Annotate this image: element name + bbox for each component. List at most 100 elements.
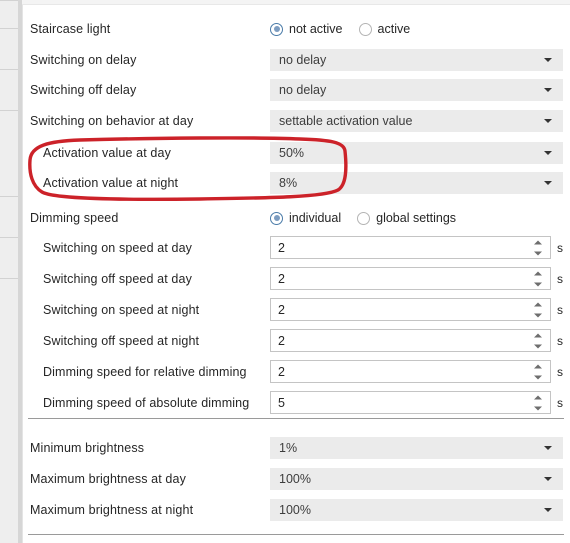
row-label: Switching on speed at night <box>43 303 200 317</box>
left-rail-divider <box>0 110 18 111</box>
settings-row: Dimming speed for relative dimming 2 s <box>23 357 570 387</box>
stepper-up-icon[interactable] <box>534 302 542 306</box>
unit-label: s <box>557 396 563 410</box>
settings-row: Switching off speed at day 2 s <box>23 264 570 294</box>
section-separator <box>28 534 564 535</box>
chevron-down-icon[interactable] <box>544 119 552 123</box>
dropdown[interactable]: 100% <box>270 468 563 490</box>
radio-option-label: active <box>377 22 411 36</box>
row-label: Maximum brightness at day <box>30 472 186 486</box>
stepper-down-icon[interactable] <box>534 282 542 286</box>
settings-row: Switching on speed at day 2 s <box>23 233 570 263</box>
row-label: Switching off speed at night <box>43 334 200 348</box>
stepper-down-icon[interactable] <box>534 406 542 410</box>
number-stepper-value: 2 <box>278 302 285 317</box>
row-label: Staircase light <box>30 22 111 36</box>
radio-unselected-icon[interactable] <box>358 22 372 36</box>
row-label: Activation value at day <box>43 146 171 160</box>
row-label: Switching on speed at day <box>43 241 193 255</box>
chevron-down-icon[interactable] <box>544 151 552 155</box>
settings-row: Activation value at night 8% <box>23 168 570 198</box>
chevron-down-icon[interactable] <box>544 58 552 62</box>
settings-row: Switching off delay no delay <box>23 75 570 105</box>
dropdown[interactable]: 50% <box>270 142 563 164</box>
stepper-buttons[interactable] <box>534 301 543 318</box>
radio-selected-icon[interactable] <box>270 211 283 225</box>
settings-row: Switching on speed at night 2 s <box>23 295 570 325</box>
settings-row: Minimum brightness 1% <box>23 433 570 463</box>
radio-option[interactable]: global settings <box>357 211 456 225</box>
unit-label: s <box>557 272 563 286</box>
section-separator <box>28 418 564 419</box>
unit-label: s <box>557 365 563 379</box>
settings-row: Activation value at day 50% <box>23 138 570 168</box>
dropdown[interactable]: 8% <box>270 172 563 194</box>
number-stepper[interactable]: 5 <box>270 391 551 414</box>
left-rail-divider <box>0 196 18 197</box>
stepper-up-icon[interactable] <box>534 364 542 368</box>
row-label: Minimum brightness <box>30 441 145 455</box>
radio-unselected-icon[interactable] <box>357 211 371 225</box>
settings-row: Dimming speed individual global settings <box>23 203 570 233</box>
radio-option[interactable]: individual <box>270 211 341 225</box>
radio-selected-icon[interactable] <box>270 22 283 36</box>
stepper-down-icon[interactable] <box>534 313 542 317</box>
settings-panel: Staircase light not active active Switching… <box>23 5 570 543</box>
stepper-up-icon[interactable] <box>534 333 542 337</box>
number-stepper[interactable]: 2 <box>270 329 551 352</box>
settings-row: Maximum brightness at day 100% <box>23 464 570 494</box>
settings-row: Switching on delay no delay <box>23 45 570 75</box>
left-rail-divider <box>0 69 18 70</box>
left-rail-divider <box>0 28 18 29</box>
settings-row: Maximum brightness at night 100% <box>23 495 570 525</box>
number-stepper[interactable]: 2 <box>270 298 551 321</box>
radio-option[interactable]: active <box>358 22 411 36</box>
dropdown[interactable]: 100% <box>270 499 563 521</box>
settings-row: Staircase light not active active <box>23 14 570 44</box>
chevron-down-icon[interactable] <box>544 508 552 512</box>
row-label: Switching on delay <box>30 53 137 67</box>
dropdown-value: 1% <box>279 441 298 455</box>
dropdown-value: no delay <box>279 53 327 67</box>
chevron-down-icon[interactable] <box>544 181 552 185</box>
dropdown-value: 8% <box>279 176 298 190</box>
radio-option[interactable]: not active <box>270 22 343 36</box>
left-rail-divider <box>0 237 18 238</box>
stepper-up-icon[interactable] <box>534 395 542 399</box>
stepper-down-icon[interactable] <box>534 375 542 379</box>
dropdown-value: settable activation value <box>279 114 413 128</box>
settings-row: Switching off speed at night 2 s <box>23 326 570 356</box>
number-stepper-value: 5 <box>278 395 285 410</box>
chevron-down-icon[interactable] <box>544 446 552 450</box>
number-stepper[interactable]: 2 <box>270 267 551 290</box>
row-label: Switching off delay <box>30 83 137 97</box>
left-rail-divider <box>0 278 18 279</box>
settings-row: Switching on behavior at day settable act… <box>23 106 570 136</box>
stepper-buttons[interactable] <box>534 363 543 380</box>
stepper-buttons[interactable] <box>534 332 543 349</box>
row-label: Dimming speed <box>30 211 119 225</box>
stepper-down-icon[interactable] <box>534 344 542 348</box>
number-stepper-value: 2 <box>278 333 285 348</box>
radio-option-label: individual <box>289 211 342 225</box>
chevron-down-icon[interactable] <box>544 88 552 92</box>
row-label: Dimming speed for relative dimming <box>43 365 247 379</box>
row-label: Switching off speed at day <box>43 272 192 286</box>
stepper-buttons[interactable] <box>534 239 543 256</box>
dropdown-value: 50% <box>279 146 305 160</box>
row-label: Maximum brightness at night <box>30 503 194 517</box>
stepper-buttons[interactable] <box>534 394 543 411</box>
unit-label: s <box>557 303 563 317</box>
dropdown[interactable]: settable activation value <box>270 110 563 132</box>
dropdown[interactable]: 1% <box>270 437 563 459</box>
dropdown[interactable]: no delay <box>270 49 563 71</box>
dropdown[interactable]: no delay <box>270 79 563 101</box>
number-stepper[interactable]: 2 <box>270 236 551 259</box>
number-stepper-value: 2 <box>278 364 285 379</box>
stepper-buttons[interactable] <box>534 270 543 287</box>
number-stepper[interactable]: 2 <box>270 360 551 383</box>
stepper-up-icon[interactable] <box>534 240 542 244</box>
stepper-down-icon[interactable] <box>534 251 542 255</box>
stepper-up-icon[interactable] <box>534 271 542 275</box>
chevron-down-icon[interactable] <box>544 477 552 481</box>
